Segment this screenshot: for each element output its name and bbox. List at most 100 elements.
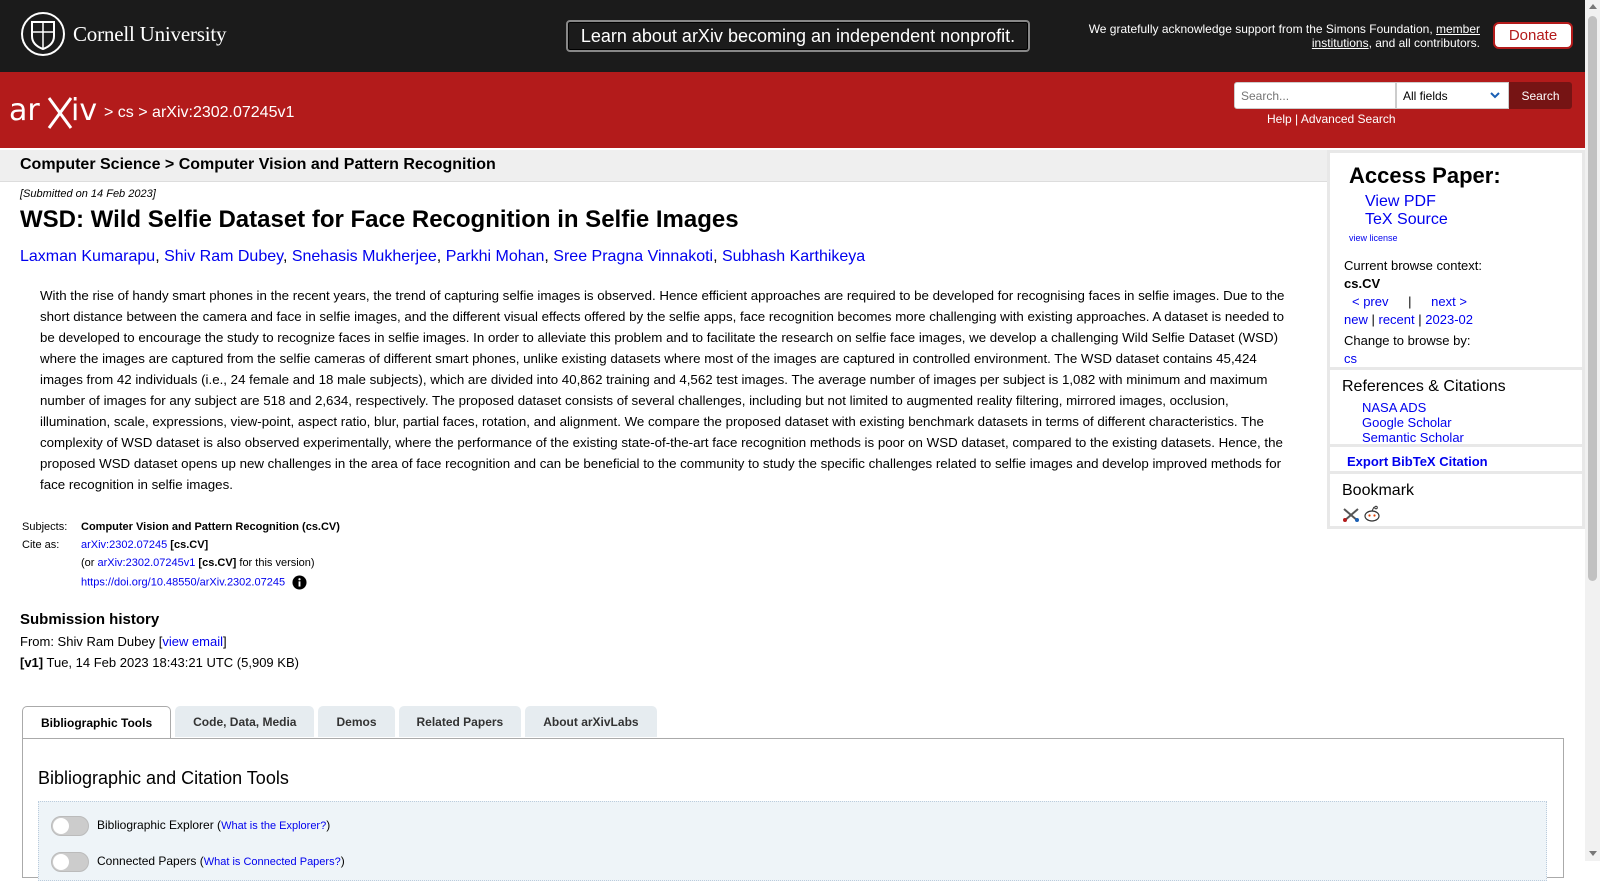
next-link[interactable]: next >: [1431, 294, 1467, 309]
tab-about-arxivlabs[interactable]: About arXivLabs: [525, 706, 657, 737]
subjects-value: Computer Vision and Pattern Recognition …: [81, 521, 340, 533]
author-link[interactable]: Sree Pragna Vinnakoti: [553, 248, 713, 265]
breadcrumb-separator: >: [138, 104, 148, 121]
arxiv-logo-icon: ar iv: [9, 93, 97, 129]
support-text-part: We gratefully acknowledge support from t…: [1088, 22, 1436, 36]
author-separator: ,: [282, 248, 292, 265]
search-field-value: All fields: [1403, 89, 1448, 103]
search-field-select[interactable]: All fields: [1396, 82, 1509, 109]
search-button[interactable]: Search: [1509, 82, 1572, 109]
explorer-toggle[interactable]: [51, 816, 89, 836]
author-link[interactable]: Subhash Karthikeya: [722, 248, 865, 265]
metadata-table: Subjects: Computer Vision and Pattern Re…: [20, 518, 342, 593]
abstract: With the rise of handy smart phones in t…: [40, 288, 1285, 492]
view-email-link[interactable]: view email: [162, 634, 223, 649]
reddit-icon[interactable]: [1363, 505, 1381, 523]
support-text: We gratefully acknowledge support from t…: [1060, 22, 1480, 50]
cornell-name: Cornell University: [73, 21, 227, 46]
new-link[interactable]: new: [1344, 312, 1368, 327]
page-scrollbar[interactable]: [1585, 0, 1600, 861]
cite-version-tail: for this version): [236, 557, 315, 569]
chevron-down-icon: [1490, 92, 1500, 99]
browse-context-value: cs.CV: [1344, 276, 1381, 291]
google-scholar-link[interactable]: Google Scholar: [1362, 415, 1452, 430]
browse-context-label: Current browse context:: [1344, 258, 1483, 273]
version-date: Tue, 14 Feb 2023 18:43:21 UTC (5,909 KB): [43, 655, 299, 670]
prev-link[interactable]: < prev: [1352, 294, 1389, 309]
cite-arxiv-link[interactable]: arXiv:2302.07245: [81, 539, 167, 551]
submission-from-text: From: Shiv Ram Dubey [: [20, 634, 163, 649]
explorer-row: Bibliographic Explorer (What is the Expl…: [97, 818, 330, 832]
scroll-up-icon[interactable]: [1589, 4, 1597, 9]
tab-bibliographic-tools[interactable]: Bibliographic Tools: [22, 706, 172, 739]
tools-box: Bibliographic Explorer (What is the Expl…: [38, 801, 1547, 881]
breadcrumb-separator: >: [104, 104, 114, 121]
bookmark-heading: Bookmark: [1342, 482, 1415, 499]
link-separator: |: [1295, 112, 1299, 126]
author-link[interactable]: Laxman Kumarapu: [20, 248, 155, 265]
cornell-logo[interactable]: Cornell University: [21, 12, 226, 56]
submission-from-text: ]: [223, 634, 227, 649]
author-separator: ,: [155, 248, 165, 265]
breadcrumb-cs-link[interactable]: cs: [118, 104, 134, 121]
svg-text:iv: iv: [71, 93, 97, 128]
browse-cs-link[interactable]: cs: [1344, 350, 1482, 368]
scroll-down-icon[interactable]: [1589, 851, 1597, 856]
breadcrumb: > cs > arXiv:2302.07245v1: [104, 104, 294, 122]
browse-context: Current browse context: cs.CV < prev | n…: [1344, 257, 1482, 368]
access-paper-heading: Access Paper:: [1349, 163, 1501, 188]
nav-separator: |: [1418, 312, 1422, 327]
cite-version-link[interactable]: arXiv:2302.07245v1: [98, 557, 196, 569]
author-link[interactable]: Snehasis Mukherjee: [292, 248, 437, 265]
author-link[interactable]: Shiv Ram Dubey: [164, 248, 283, 265]
month-link[interactable]: 2023-02: [1425, 312, 1473, 327]
nav-separator: |: [1371, 312, 1375, 327]
arxiv-logo[interactable]: ar iv: [9, 92, 101, 137]
svg-text:ar: ar: [9, 93, 40, 128]
semantic-scholar-link[interactable]: Semantic Scholar: [1362, 430, 1464, 445]
tab-demos[interactable]: Demos: [318, 706, 395, 737]
doi-link[interactable]: https://doi.org/10.48550/arXiv.2302.0724…: [81, 576, 285, 588]
info-icon[interactable]: [292, 575, 307, 590]
paper-title: WSD: Wild Selfie Dataset for Face Recogn…: [20, 206, 739, 233]
nasa-ads-link[interactable]: NASA ADS: [1362, 400, 1426, 415]
author-list: Laxman Kumarapu, Shiv Ram Dubey, Snehasi…: [20, 248, 1300, 266]
support-text-part: , and all contributors.: [1368, 36, 1480, 50]
submitted-date: [Submitted on 14 Feb 2023]: [20, 188, 156, 200]
nonprofit-banner-button[interactable]: Learn about arXiv becoming an independen…: [566, 20, 1030, 52]
access-paper-box: Access Paper: View PDF TeX Source view l…: [1327, 150, 1585, 370]
advanced-search-link[interactable]: Advanced Search: [1301, 112, 1396, 126]
references-heading: References & Citations: [1342, 378, 1506, 395]
tab-related-papers[interactable]: Related Papers: [398, 706, 522, 737]
cite-category: [cs.CV]: [170, 539, 209, 551]
cite-label: Cite as:: [22, 539, 60, 551]
view-license-link[interactable]: view license: [1349, 233, 1398, 243]
breadcrumb-paper-id: arXiv:2302.07245v1: [152, 104, 295, 121]
export-bibtex-link[interactable]: Export BibTeX Citation: [1347, 454, 1488, 469]
donate-button[interactable]: Donate: [1493, 22, 1573, 49]
help-link[interactable]: Help: [1267, 112, 1292, 126]
author-link[interactable]: Parkhi Mohan: [446, 248, 545, 265]
subject-bar: Computer Science > Computer Vision and P…: [0, 150, 1327, 182]
submission-from: From: Shiv Ram Dubey [view email]: [20, 634, 227, 649]
recent-link[interactable]: recent: [1379, 312, 1415, 327]
scroll-thumb[interactable]: [1588, 16, 1597, 581]
export-box: Export BibTeX Citation: [1327, 444, 1585, 474]
what-is-explorer-link[interactable]: What is the Explorer?: [221, 820, 326, 832]
submission-v1: [v1] Tue, 14 Feb 2023 18:43:21 UTC (5,90…: [20, 655, 299, 670]
cite-or-text: (or: [81, 557, 98, 569]
version-label: [v1]: [20, 655, 44, 670]
bibsonomy-icon[interactable]: [1342, 507, 1360, 523]
author-separator: ,: [436, 248, 446, 265]
references-box: References & Citations NASA ADS Google S…: [1327, 367, 1585, 447]
connected-papers-toggle[interactable]: [51, 852, 89, 872]
search-input[interactable]: [1234, 82, 1396, 109]
cornell-seal-icon: [21, 12, 65, 56]
connected-papers-row: Connected Papers (What is Connected Pape…: [97, 854, 345, 868]
what-is-connected-papers-link[interactable]: What is Connected Papers?: [204, 856, 341, 868]
view-pdf-link[interactable]: View PDF: [1365, 193, 1436, 211]
change-browse-label: Change to browse by:: [1344, 333, 1471, 348]
cite-version-category: [cs.CV]: [198, 557, 237, 569]
tex-source-link[interactable]: TeX Source: [1365, 211, 1448, 229]
tab-code-data-media[interactable]: Code, Data, Media: [175, 706, 315, 737]
